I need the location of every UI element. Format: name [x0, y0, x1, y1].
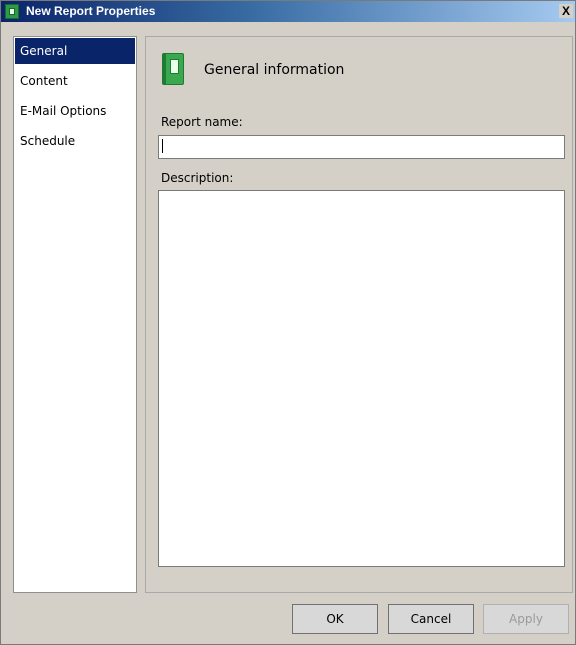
green-book-icon: [162, 53, 184, 85]
cancel-button[interactable]: Cancel: [388, 604, 474, 634]
nav-item-schedule[interactable]: Schedule: [15, 128, 135, 154]
apply-button[interactable]: Apply: [483, 604, 569, 634]
report-app-icon: [5, 4, 19, 19]
title-bar[interactable]: New Report Properties X: [1, 1, 575, 22]
general-panel: General information Report name: Descrip…: [145, 36, 573, 593]
description-label: Description:: [161, 171, 234, 185]
report-name-label: Report name:: [161, 115, 243, 129]
description-textarea[interactable]: [158, 190, 565, 567]
text-caret: [162, 139, 163, 153]
category-list: General Content E-Mail Options Schedule: [13, 36, 137, 593]
close-button[interactable]: X: [559, 4, 573, 18]
dialog-window: New Report Properties X General Content …: [0, 0, 576, 645]
ok-button[interactable]: OK: [292, 604, 378, 634]
nav-item-general[interactable]: General: [15, 38, 135, 64]
report-name-input[interactable]: [158, 135, 565, 159]
nav-item-email-options[interactable]: E-Mail Options: [15, 98, 135, 124]
section-title: General information: [204, 62, 345, 78]
window-title: New Report Properties: [26, 4, 156, 18]
nav-item-content[interactable]: Content: [15, 68, 135, 94]
